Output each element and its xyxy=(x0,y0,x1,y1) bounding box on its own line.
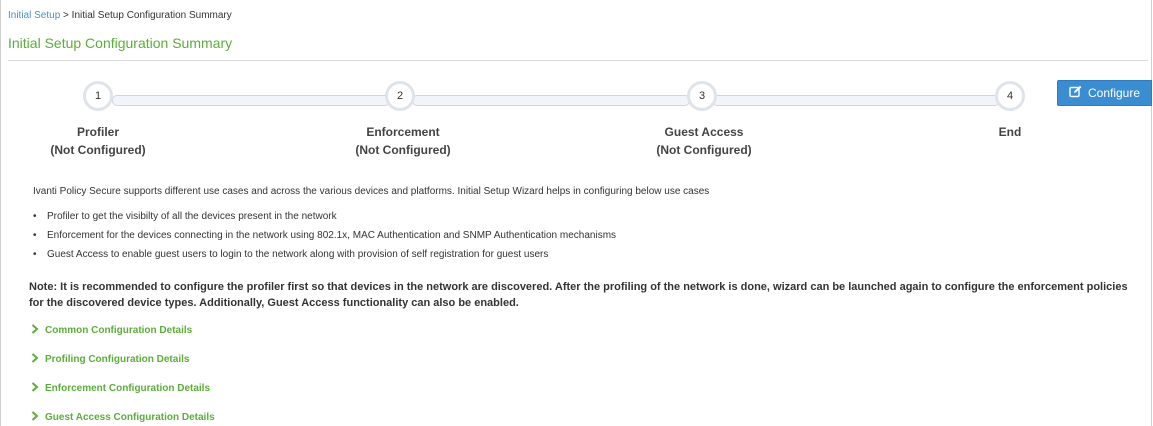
step-4-label: End xyxy=(920,123,1100,141)
step-4-name: End xyxy=(998,125,1022,139)
step-2-circle: 2 xyxy=(385,81,415,111)
section-label: Guest Access Configuration Details xyxy=(45,412,215,423)
section-enforcement-configuration[interactable]: Enforcement Configuration Details xyxy=(31,382,210,395)
chevron-right-icon xyxy=(31,411,39,424)
breadcrumb: Initial Setup > Initial Setup Configurat… xyxy=(8,10,232,21)
wizard-stepper: 1 2 3 4 Profiler (Not Configured) Enforc… xyxy=(0,72,1152,162)
step-1-label: Profiler (Not Configured) xyxy=(8,123,188,159)
note-text: Note: It is recommended to configure the… xyxy=(29,281,1128,309)
chevron-right-icon xyxy=(31,324,39,337)
step-1-name: Profiler xyxy=(76,125,119,139)
chevron-right-icon xyxy=(31,353,39,366)
section-label: Enforcement Configuration Details xyxy=(45,383,211,394)
configure-button[interactable]: Configure xyxy=(1057,80,1152,106)
intro-text: Ivanti Policy Secure supports different … xyxy=(33,186,710,197)
step-2-status: (Not Configured) xyxy=(355,143,451,157)
breadcrumb-current: Initial Setup Configuration Summary xyxy=(71,10,232,21)
use-case-text: Guest Access to enable guest users to lo… xyxy=(47,249,549,260)
section-common-configuration[interactable]: Common Configuration Details xyxy=(31,324,192,337)
section-label: Common Configuration Details xyxy=(45,325,193,336)
title-divider xyxy=(8,60,1148,61)
breadcrumb-separator: > xyxy=(63,10,69,21)
list-item: • Profiler to get the visibilty of all th… xyxy=(33,211,337,222)
step-connector-3-4 xyxy=(712,95,1000,106)
list-item: • Guest Access to enable guest users to l… xyxy=(33,249,549,260)
use-case-list: • Profiler to get the visibilty of all th… xyxy=(33,211,616,268)
step-3-label: Guest Access (Not Configured) xyxy=(614,123,794,159)
section-label: Profiling Configuration Details xyxy=(45,354,190,365)
configure-button-label: Configure xyxy=(1087,86,1141,100)
step-3-circle: 3 xyxy=(687,81,717,111)
page-title: Initial Setup Configuration Summary xyxy=(8,35,233,51)
use-case-text: Profiler to get the visibilty of all the… xyxy=(47,211,337,222)
step-connector-1-2 xyxy=(112,95,390,106)
section-guest-access-configuration[interactable]: Guest Access Configuration Details xyxy=(31,411,215,424)
step-3-status: (Not Configured) xyxy=(656,143,752,157)
step-2-label: Enforcement (Not Configured) xyxy=(313,123,493,159)
step-3-name: Guest Access xyxy=(664,125,744,139)
breadcrumb-link-initial-setup[interactable]: Initial Setup xyxy=(8,10,60,21)
step-connector-2-3 xyxy=(412,95,690,106)
step-1-circle: 1 xyxy=(83,81,113,111)
step-2-name: Enforcement xyxy=(366,125,440,139)
section-profiling-configuration[interactable]: Profiling Configuration Details xyxy=(31,353,189,366)
step-1-status: (Not Configured) xyxy=(50,143,146,157)
edit-icon xyxy=(1069,85,1082,101)
chevron-right-icon xyxy=(31,382,39,395)
step-4-circle: 4 xyxy=(995,81,1025,111)
list-item: • Enforcement for the devices connecting … xyxy=(33,230,617,241)
use-case-text: Enforcement for the devices connecting i… xyxy=(47,230,617,241)
